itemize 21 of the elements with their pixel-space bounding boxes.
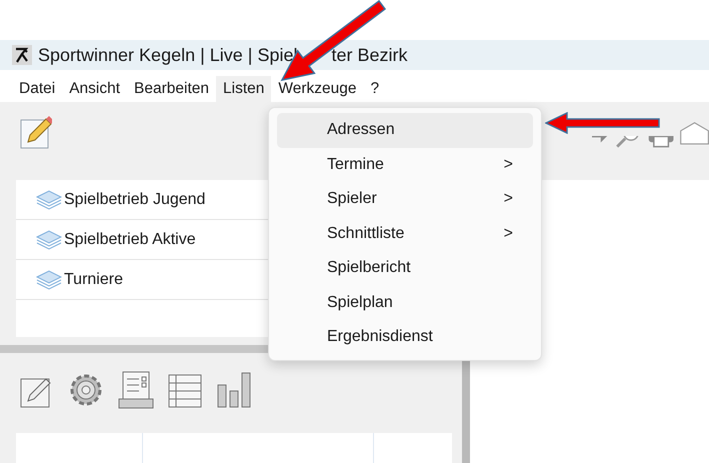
menu-entry[interactable]: Termine > xyxy=(277,148,533,182)
printer-icon[interactable] xyxy=(648,136,674,150)
menu-entry[interactable]: Ergebnisdienst xyxy=(277,320,533,354)
chevron-icon: > xyxy=(504,190,513,208)
runner-icon xyxy=(12,45,32,65)
checklist-tray-icon[interactable] xyxy=(118,371,154,409)
menu-item[interactable]: Bearbeiten xyxy=(127,76,216,102)
menu-item[interactable]: Datei xyxy=(12,76,62,102)
layers-icon xyxy=(36,188,62,210)
menu-item[interactable]: Werkzeuge xyxy=(271,76,364,102)
menu-entry[interactable]: Adressen xyxy=(277,113,533,148)
menu-item[interactable]: ? xyxy=(364,76,386,102)
window-title: ter Bezirk xyxy=(332,44,408,66)
bar-chart-icon[interactable] xyxy=(216,371,252,409)
edit-icon[interactable] xyxy=(20,114,52,150)
layers-icon xyxy=(36,268,62,290)
menu-item[interactable]: Ansicht xyxy=(62,76,128,102)
layers-icon xyxy=(36,228,62,250)
menu-item[interactable]: Listen xyxy=(216,76,272,102)
chevron-icon: > xyxy=(504,156,513,174)
chevron-icon: > xyxy=(504,224,513,243)
